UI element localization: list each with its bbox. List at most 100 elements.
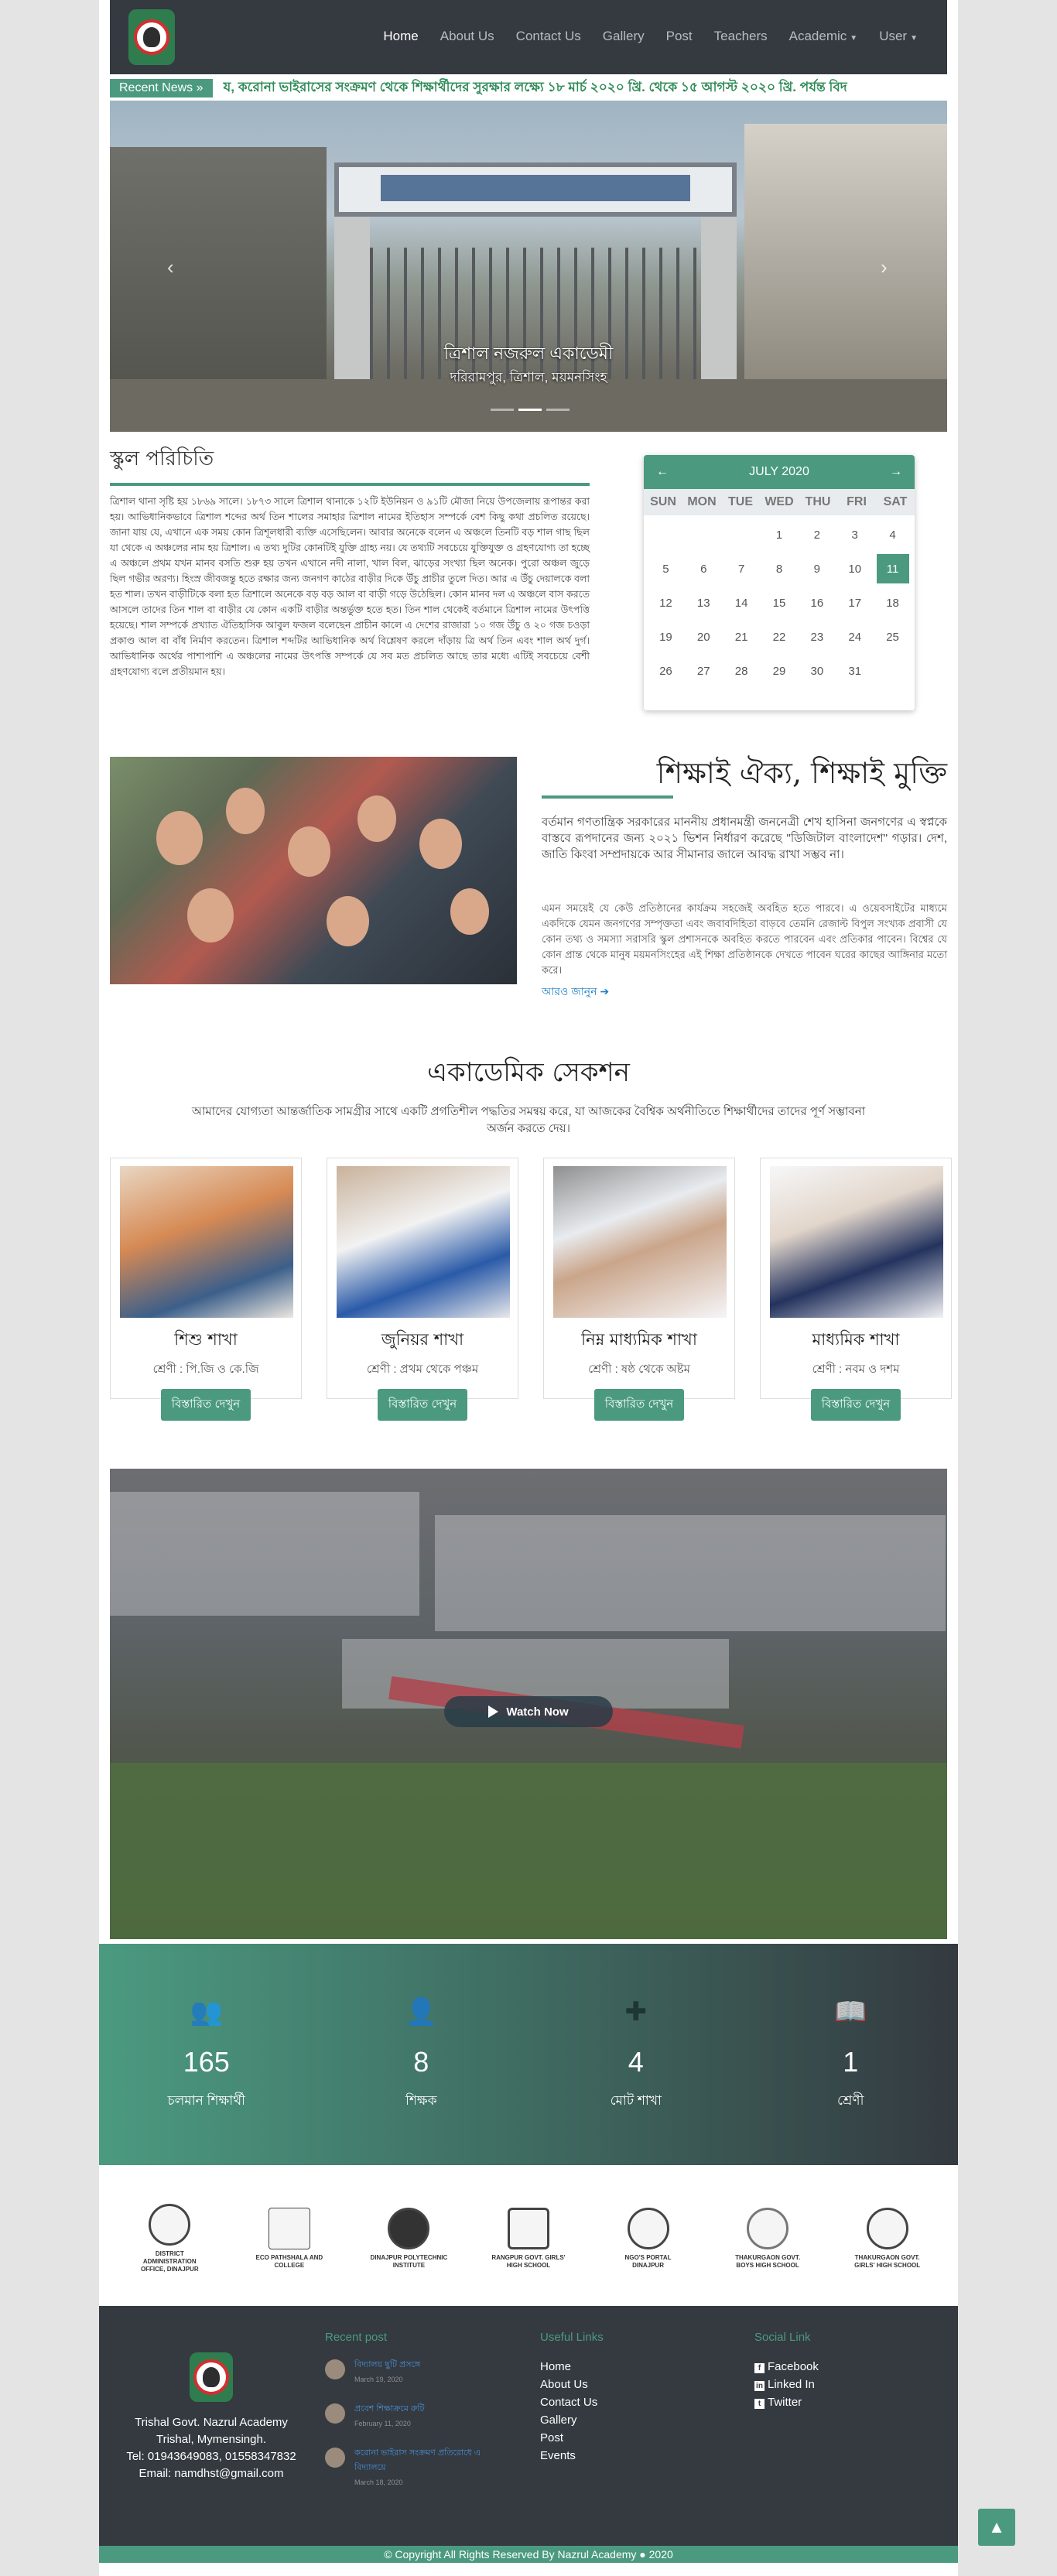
calendar-day[interactable]: 18: [874, 588, 912, 617]
calendar-day[interactable]: 26: [647, 656, 685, 686]
partner-logo[interactable]: THAKURGAON GOVT. BOYS HIGH SCHOOL: [729, 2200, 806, 2277]
academic-card: নিম্ন মাধ্যমিক শাখা শ্রেণী : ষষ্ঠ থেকে অ…: [543, 1158, 735, 1421]
seal-icon: [747, 2208, 789, 2249]
calendar-day[interactable]: 14: [723, 588, 761, 617]
post-title[interactable]: প্রবেশ শিক্ষাক্রমে রুটি: [354, 2402, 424, 2417]
calendar-day[interactable]: 25: [874, 622, 912, 652]
calendar-day[interactable]: 9: [798, 554, 836, 583]
calendar-day[interactable]: 17: [836, 588, 874, 617]
scroll-to-top-button[interactable]: ▲: [978, 2509, 1015, 2546]
calendar-day[interactable]: 7: [723, 554, 761, 583]
calendar-day[interactable]: 27: [685, 656, 723, 686]
calendar-day[interactable]: 6: [685, 554, 723, 583]
calendar-day[interactable]: 24: [836, 622, 874, 652]
nav-gallery[interactable]: Gallery: [592, 0, 655, 76]
social-link-twitter[interactable]: t Twitter: [754, 2393, 909, 2411]
footer-brand: Trishal Govt. Nazrul Academy Trishal, My…: [122, 2352, 300, 2482]
footer-post[interactable]: প্রবেশ শিক্ষাক্রমে রুটি February 11, 2020: [325, 2402, 503, 2427]
footer-post[interactable]: বিদ্যালয় ছুটি প্রসঙ্গে March 19, 2020: [325, 2358, 503, 2383]
stats-section: 👥 165 চলমান শিক্ষার্থী 👤 8 শিক্ষক ✚ 4 মো…: [99, 1944, 958, 2165]
calendar-day[interactable]: 11: [874, 554, 912, 583]
carousel-prev-icon[interactable]: ‹: [167, 255, 174, 279]
calendar-empty-cell: [685, 520, 723, 549]
calendar-day[interactable]: 30: [798, 656, 836, 686]
school-logo[interactable]: [128, 9, 175, 65]
arrow-left-icon[interactable]: ←: [656, 465, 669, 479]
recent-news-badge: Recent News »: [110, 79, 213, 97]
footer-link[interactable]: Home: [540, 2358, 695, 2376]
calendar-day[interactable]: 2: [798, 520, 836, 549]
calendar-day[interactable]: 31: [836, 656, 874, 686]
calendar-day[interactable]: 4: [874, 520, 912, 549]
calendar-day[interactable]: 22: [761, 622, 799, 652]
partner-logo[interactable]: THAKURGAON GOVT. GIRLS' HIGH SCHOOL: [849, 2200, 926, 2277]
carousel-indicator[interactable]: [491, 409, 514, 411]
calendar-day[interactable]: 8: [761, 554, 799, 583]
calendar-day[interactable]: 19: [647, 622, 685, 652]
calendar-day[interactable]: 12: [647, 588, 685, 617]
footer-recent-title: Recent post: [325, 2331, 388, 2344]
calendar-day[interactable]: 1: [761, 520, 799, 549]
seal-icon: [627, 2208, 669, 2249]
nav-about[interactable]: About Us: [429, 0, 505, 76]
partner-logo[interactable]: ECO PATHSHALA AND COLLEGE: [251, 2200, 328, 2277]
carousel-next-icon[interactable]: ›: [881, 255, 888, 279]
footer-brand-line: Trishal Govt. Nazrul Academy: [135, 2416, 288, 2429]
calendar-day[interactable]: 5: [647, 554, 685, 583]
arrow-right-icon[interactable]: →: [890, 465, 902, 479]
post-thumbnail: [325, 2403, 345, 2424]
social-link-facebook[interactable]: f Facebook: [754, 2358, 909, 2376]
calendar-day[interactable]: 13: [685, 588, 723, 617]
post-title[interactable]: করোনা ভাইরাস সংক্রমণ প্রতিরোধে এ বিদ্যাল…: [354, 2446, 503, 2475]
twitter-icon: t: [754, 2399, 765, 2409]
partner-logo[interactable]: DINAJPUR POLYTECHNIC INSTITUTE: [370, 2200, 447, 2277]
calendar-day[interactable]: 29: [761, 656, 799, 686]
partner-logo[interactable]: NGO'S PORTAL DINAJPUR: [610, 2200, 687, 2277]
footer-link[interactable]: Contact Us: [540, 2393, 695, 2411]
calendar-day[interactable]: 23: [798, 622, 836, 652]
school-intro-section: স্কুল পরিচিতি ত্রিশাল থানা সৃষ্টি হয় ১৮…: [110, 443, 590, 679]
details-button[interactable]: বিস্তারিত দেখুন: [593, 1389, 685, 1421]
footer-link[interactable]: About Us: [540, 2376, 695, 2393]
academic-card-image: [120, 1166, 293, 1318]
calendar-day[interactable]: 21: [723, 622, 761, 652]
nav-user-dropdown[interactable]: User ▼: [868, 0, 929, 76]
partner-logo[interactable]: RANGPUR GOVT. GIRLS' HIGH SCHOOL: [490, 2200, 567, 2277]
calendar-day[interactable]: 28: [723, 656, 761, 686]
stat-label: মোট শাখা: [610, 2093, 662, 2108]
calendar-day[interactable]: 15: [761, 588, 799, 617]
nav-home[interactable]: Home: [372, 0, 429, 76]
calendar-day[interactable]: 20: [685, 622, 723, 652]
seal-icon: [149, 2204, 191, 2246]
social-link-linkedin[interactable]: in Linked In: [754, 2376, 909, 2393]
watch-now-button[interactable]: Watch Now: [444, 1696, 613, 1727]
nav-academic-dropdown[interactable]: Academic ▼: [778, 0, 869, 76]
nav-post[interactable]: Post: [655, 0, 703, 76]
post-title[interactable]: বিদ্যালয় ছুটি প্রসঙ্গে: [354, 2358, 420, 2372]
calendar-day[interactable]: 3: [836, 520, 874, 549]
footer-post[interactable]: করোনা ভাইরাস সংক্রমণ প্রতিরোধে এ বিদ্যাল…: [325, 2446, 503, 2486]
footer-link[interactable]: Gallery: [540, 2411, 695, 2429]
details-button[interactable]: বিস্তারিত দেখুন: [160, 1389, 251, 1421]
hero-carousel[interactable]: ‹ › ত্রিশাল নজরুল একাডেমী দরিরামপুর, ত্র…: [110, 101, 947, 432]
calendar-day[interactable]: 16: [798, 588, 836, 617]
social-label: Facebook: [768, 2360, 819, 2373]
partner-logo[interactable]: DISTRICT ADMINISTRATION OFFICE, DINAJPUR: [131, 2200, 208, 2277]
academic-card-image: [553, 1166, 727, 1318]
footer-link[interactable]: Events: [540, 2447, 695, 2465]
nav-teachers[interactable]: Teachers: [703, 0, 778, 76]
read-more-link[interactable]: আরও জানুন ➔: [542, 983, 609, 1001]
footer-brand-line: Email: namdhst@gmail.com: [139, 2467, 284, 2480]
news-marquee-text[interactable]: য, করোনা ভাইরাসের সংক্রমণ থেকে শিক্ষার্থ…: [224, 77, 847, 99]
carousel-indicator[interactable]: [518, 409, 542, 411]
details-button[interactable]: বিস্তারিত দেখুন: [810, 1389, 901, 1421]
academic-card-name: জুনিয়র শাখা: [381, 1330, 464, 1349]
carousel-indicator[interactable]: [546, 409, 570, 411]
nav-contact[interactable]: Contact Us: [505, 0, 592, 76]
school-logo[interactable]: [190, 2352, 233, 2402]
footer-link[interactable]: Post: [540, 2429, 695, 2447]
calendar-day[interactable]: 10: [836, 554, 874, 583]
puzzle-icon: ✚: [624, 1997, 648, 2027]
details-button[interactable]: বিস্তারিত দেখুন: [377, 1389, 468, 1421]
nav-user-label: User: [879, 28, 908, 43]
